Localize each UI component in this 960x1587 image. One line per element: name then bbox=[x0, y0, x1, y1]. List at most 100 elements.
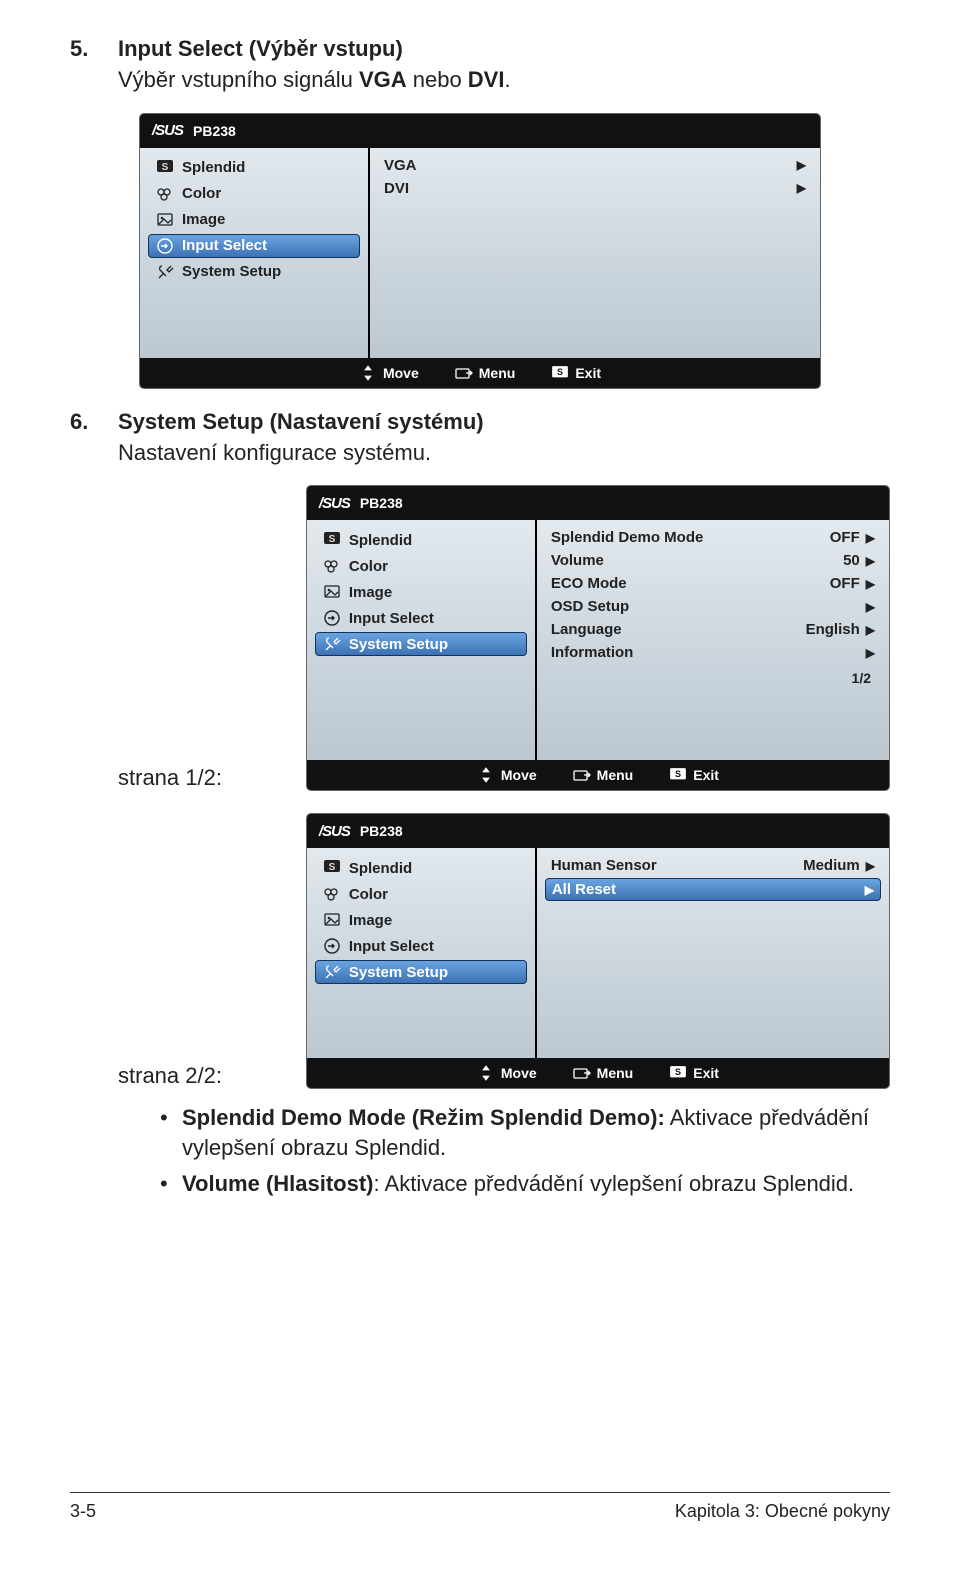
tools-icon bbox=[156, 263, 174, 281]
svg-text:S: S bbox=[675, 769, 681, 779]
strana-1-label: strana 1/2: bbox=[70, 765, 306, 791]
chevron-right-icon: ▶ bbox=[865, 883, 874, 897]
nav-image[interactable]: Image bbox=[315, 580, 527, 604]
s-icon: S bbox=[156, 159, 174, 177]
nav-system-setup[interactable]: System Setup bbox=[148, 260, 360, 284]
chevron-right-icon: ▶ bbox=[866, 577, 875, 591]
section-6-head: 6. System Setup (Nastavení systému) bbox=[70, 409, 890, 435]
image-icon bbox=[323, 911, 341, 929]
image-icon bbox=[323, 583, 341, 601]
chevron-right-icon: ▶ bbox=[866, 554, 875, 568]
osd-system-setup-p1: /SUS PB238 S Splendid Color Image bbox=[306, 485, 890, 791]
nav-input-select[interactable]: Input Select bbox=[148, 234, 360, 258]
osd-system-setup-p2: /SUS PB238 SSplendid Color Image Input S… bbox=[306, 813, 890, 1089]
updown-icon bbox=[477, 768, 495, 782]
section-5-desc: Výběr vstupního signálu VGA nebo DVI. bbox=[118, 66, 890, 95]
section-title: Input Select (Výběr vstupu) bbox=[118, 36, 403, 62]
osd-content: Splendid Demo ModeOFF▶ Volume50▶ ECO Mod… bbox=[537, 520, 889, 760]
chevron-right-icon: ▶ bbox=[866, 859, 875, 873]
osd-content: Human SensorMedium▶ All Reset▶ bbox=[537, 848, 889, 1058]
osd-header: /SUS PB238 bbox=[307, 814, 889, 848]
osd-nav: S Splendid Color Image Input Select bbox=[140, 148, 370, 358]
tools-icon bbox=[323, 963, 341, 981]
nav-color[interactable]: Color bbox=[315, 882, 527, 906]
opt-eco-mode[interactable]: ECO ModeOFF▶ bbox=[551, 572, 875, 595]
exit-icon: S bbox=[669, 768, 687, 782]
strana-2-label: strana 2/2: bbox=[70, 1063, 306, 1089]
page-number: 3-5 bbox=[70, 1501, 96, 1522]
osd-nav: SSplendid Color Image Input Select Syste… bbox=[307, 848, 537, 1058]
list-item: Splendid Demo Mode (Režim Splendid Demo)… bbox=[160, 1103, 890, 1162]
hint-exit: S Exit bbox=[551, 365, 601, 381]
palette-icon bbox=[323, 557, 341, 575]
hint-move: Move bbox=[477, 767, 537, 783]
svg-text:S: S bbox=[162, 162, 169, 173]
nav-system-setup[interactable]: System Setup bbox=[315, 960, 527, 984]
section-number: 6. bbox=[70, 409, 118, 435]
chapter-label: Kapitola 3: Obecné pokyny bbox=[675, 1501, 890, 1522]
svg-text:S: S bbox=[328, 862, 335, 873]
nav-image[interactable]: Image bbox=[315, 908, 527, 932]
section-6-desc: Nastavení konfigurace systému. bbox=[118, 439, 890, 468]
osd-nav: S Splendid Color Image Input Select Syst… bbox=[307, 520, 537, 760]
opt-splendid-demo[interactable]: Splendid Demo ModeOFF▶ bbox=[551, 526, 875, 549]
osd-content: VGA ▶ DVI ▶ bbox=[370, 148, 820, 358]
osd-footer: Move Menu SExit bbox=[307, 760, 889, 790]
option-dvi[interactable]: DVI ▶ bbox=[384, 177, 806, 200]
opt-osd-setup[interactable]: OSD Setup▶ bbox=[551, 595, 875, 618]
section-5-head: 5. Input Select (Výběr vstupu) bbox=[70, 36, 890, 62]
nav-splendid[interactable]: SSplendid bbox=[315, 856, 527, 880]
input-icon bbox=[323, 937, 341, 955]
opt-volume[interactable]: Volume50▶ bbox=[551, 549, 875, 572]
opt-all-reset[interactable]: All Reset▶ bbox=[545, 878, 881, 901]
nav-splendid[interactable]: S Splendid bbox=[315, 528, 527, 552]
asus-logo: /SUS bbox=[319, 495, 350, 512]
list-item: Volume (Hlasitost): Aktivace předvádění … bbox=[160, 1169, 890, 1199]
osd-input-select: /SUS PB238 S Splendid Color Image bbox=[139, 113, 821, 389]
nav-image[interactable]: Image bbox=[148, 208, 360, 232]
hint-menu: Menu bbox=[573, 767, 634, 783]
image-icon bbox=[156, 211, 174, 229]
document-page: 5. Input Select (Výběr vstupu) Výběr vst… bbox=[0, 0, 960, 1540]
hint-exit: SExit bbox=[669, 767, 719, 783]
menu-icon bbox=[455, 366, 473, 380]
bullet-list: Splendid Demo Mode (Režim Splendid Demo)… bbox=[160, 1103, 890, 1198]
section-title: System Setup (Nastavení systému) bbox=[118, 409, 484, 435]
palette-icon bbox=[156, 185, 174, 203]
hint-move: Move bbox=[477, 1065, 537, 1081]
nav-input-select[interactable]: Input Select bbox=[315, 606, 527, 630]
nav-system-setup[interactable]: System Setup bbox=[315, 632, 527, 656]
input-icon bbox=[156, 237, 174, 255]
section-number: 5. bbox=[70, 36, 118, 62]
s-icon: S bbox=[323, 531, 341, 549]
svg-text:S: S bbox=[328, 534, 335, 545]
model-label: PB238 bbox=[193, 123, 236, 139]
menu-icon bbox=[573, 768, 591, 782]
hint-exit: SExit bbox=[669, 1065, 719, 1081]
asus-logo: /SUS bbox=[319, 823, 350, 840]
svg-text:S: S bbox=[675, 1067, 681, 1077]
page-footer: 3-5 Kapitola 3: Obecné pokyny bbox=[70, 1492, 890, 1522]
nav-color[interactable]: Color bbox=[315, 554, 527, 578]
opt-information[interactable]: Information▶ bbox=[551, 641, 875, 664]
osd-footer: Move Menu S Exit bbox=[140, 358, 820, 388]
hint-move: Move bbox=[359, 365, 419, 381]
opt-language[interactable]: LanguageEnglish▶ bbox=[551, 618, 875, 641]
osd-footer: Move Menu SExit bbox=[307, 1058, 889, 1088]
opt-human-sensor[interactable]: Human SensorMedium▶ bbox=[551, 854, 875, 877]
nav-input-select[interactable]: Input Select bbox=[315, 934, 527, 958]
chevron-right-icon: ▶ bbox=[866, 600, 875, 614]
page-indicator: 1/2 bbox=[551, 664, 875, 688]
nav-splendid[interactable]: S Splendid bbox=[148, 156, 360, 180]
nav-color[interactable]: Color bbox=[148, 182, 360, 206]
hint-menu: Menu bbox=[455, 365, 516, 381]
exit-icon: S bbox=[551, 366, 569, 380]
palette-icon bbox=[323, 885, 341, 903]
option-vga[interactable]: VGA ▶ bbox=[384, 154, 806, 177]
input-icon bbox=[323, 609, 341, 627]
updown-icon bbox=[359, 366, 377, 380]
updown-icon bbox=[477, 1066, 495, 1080]
chevron-right-icon: ▶ bbox=[797, 181, 806, 195]
osd-header: /SUS PB238 bbox=[140, 114, 820, 148]
svg-text:S: S bbox=[557, 367, 563, 377]
